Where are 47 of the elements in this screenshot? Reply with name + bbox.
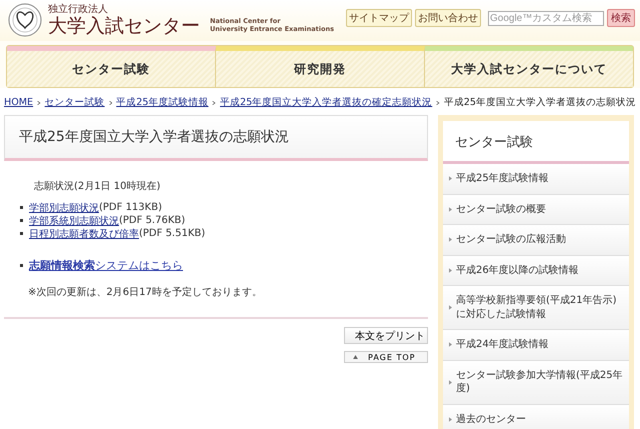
chevron-icon — [108, 98, 112, 106]
bullet-icon — [20, 232, 23, 235]
sidebar-item[interactable]: センター試験の概要 — [443, 194, 629, 225]
bullet-icon — [20, 219, 23, 222]
triangle-icon — [449, 206, 452, 212]
file-size: (PDF 5.76KB) — [119, 215, 186, 226]
sidebar-item[interactable]: センター試験参加大学情報(平成25年度) — [443, 360, 629, 404]
update-note: ※次回の更新は、2月6日17時を予定しております。 — [28, 286, 263, 299]
chevron-icon — [212, 98, 216, 106]
sidebar-item[interactable]: 平成26年度以降の試験情報 — [443, 256, 629, 286]
triangle-icon — [449, 380, 452, 384]
page-top-button[interactable]: PAGE TOP — [344, 351, 428, 363]
triangle-icon — [449, 416, 452, 422]
status-heading: 志願状況(2月1日 10時現在) — [34, 180, 162, 193]
file-link[interactable]: 学部系統別志願状況 — [29, 214, 119, 228]
breadcrumb-link[interactable]: 平成25年度試験情報 — [116, 96, 208, 109]
bullet-icon — [20, 264, 23, 267]
file-size: (PDF 5.51KB) — [139, 228, 206, 239]
triangle-icon — [449, 305, 452, 310]
org-type: 独立行政法人 — [48, 4, 109, 14]
file-link[interactable]: 学部別志願状況 — [29, 200, 99, 214]
breadcrumb-link[interactable]: 平成25年度国立大学入学者選抜の確定志願状況 — [220, 96, 432, 109]
bullet-icon — [20, 206, 23, 209]
header-link[interactable]: お問い合わせ — [415, 9, 481, 27]
file-link[interactable]: 日程別志願者数及び倍率 — [29, 226, 139, 240]
chevron-icon — [436, 98, 440, 106]
nav-tab[interactable]: センター試験 — [7, 46, 216, 87]
file-size: (PDF 113KB) — [99, 202, 162, 213]
nav-tab[interactable]: 研究開発 — [216, 46, 425, 87]
triangle-icon — [449, 268, 452, 273]
sidebar-item[interactable]: 過去のセンター — [443, 404, 629, 429]
up-arrow-icon — [353, 355, 358, 359]
search-field[interactable]: Google™カスタム検索 — [488, 10, 604, 26]
org-name: 大学入試センター — [48, 16, 200, 36]
nav-tab[interactable]: 大学入試センターについて — [425, 46, 633, 87]
search-button[interactable]: 検索 — [607, 9, 635, 27]
chevron-icon — [37, 98, 41, 106]
breadcrumb-link[interactable]: HOME — [4, 97, 34, 108]
header-link[interactable]: サイトマップ — [346, 9, 412, 27]
triangle-icon — [449, 342, 452, 348]
triangle-icon — [449, 176, 452, 182]
breadcrumb-link[interactable]: センター試験 — [44, 96, 105, 109]
triangle-icon — [449, 237, 452, 242]
page-title: 平成25年度国立大学入学者選抜の志願状況 — [4, 115, 428, 161]
breadcrumb-current: 平成25年度国立大学入学者選抜の志願状況 — [444, 96, 636, 109]
logo-icon — [8, 3, 42, 37]
print-button[interactable]: 本文をプリント — [344, 327, 428, 344]
